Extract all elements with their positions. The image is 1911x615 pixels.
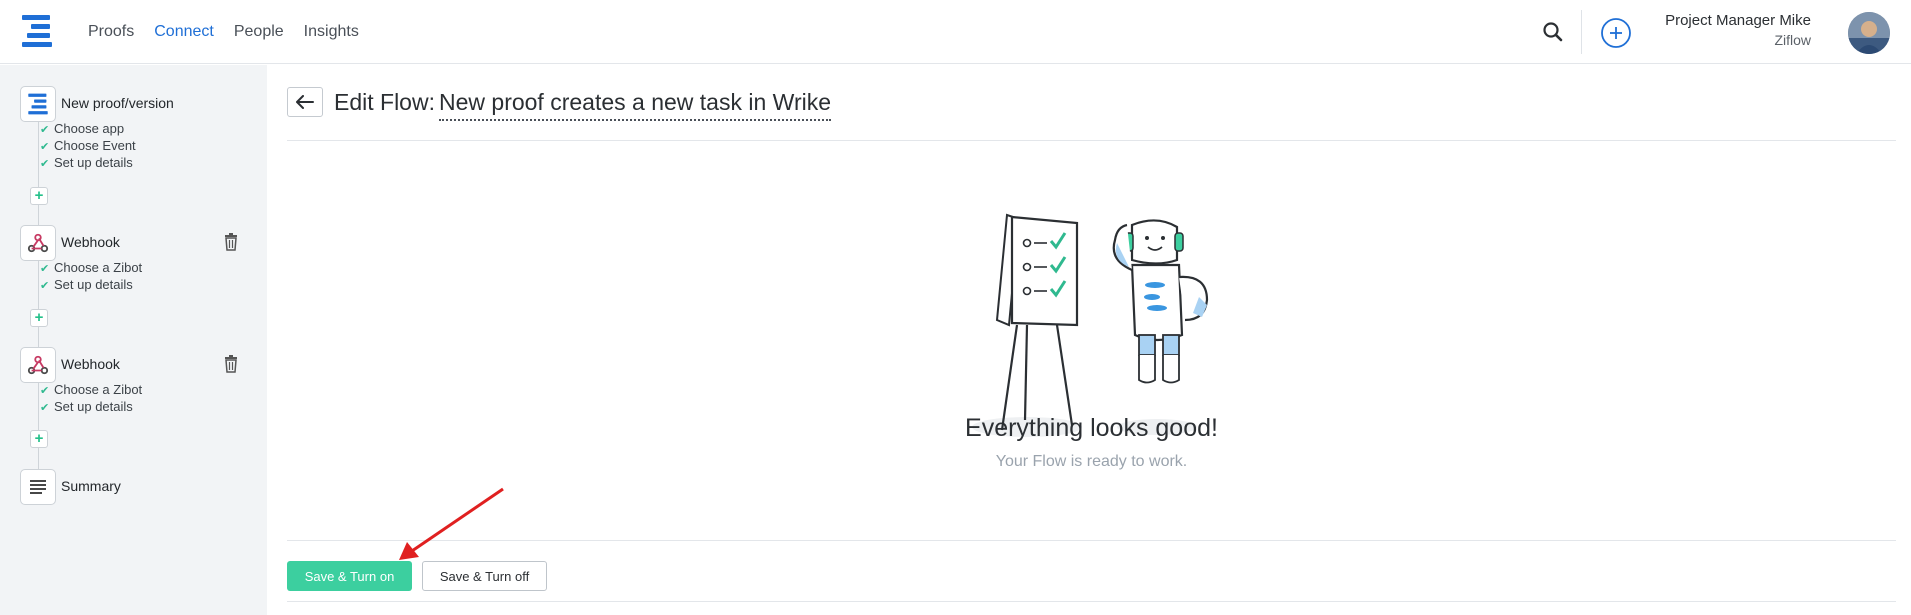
ziflow-logo-icon bbox=[28, 93, 48, 115]
plus-circle-icon[interactable] bbox=[1600, 17, 1632, 49]
user-org: Ziflow bbox=[1774, 32, 1811, 48]
back-button[interactable] bbox=[287, 87, 323, 117]
main-content: Edit Flow: New proof creates a new task … bbox=[287, 65, 1896, 615]
check-icon: ✔ bbox=[40, 158, 50, 170]
step-title[interactable]: Summary bbox=[61, 478, 121, 494]
substep-set-up-details[interactable]: ✔ Set up details bbox=[40, 155, 133, 170]
check-icon: ✔ bbox=[40, 385, 50, 397]
webhook-icon bbox=[27, 355, 49, 375]
step-icon[interactable] bbox=[20, 225, 56, 261]
top-navbar: Proofs Connect People Insights Project M… bbox=[0, 0, 1911, 64]
trash-icon[interactable] bbox=[223, 233, 239, 251]
ziflow-logo-icon[interactable] bbox=[20, 14, 54, 48]
substep-choose-zibot[interactable]: ✔ Choose a Zibot bbox=[40, 382, 142, 397]
main-nav: Proofs Connect People Insights bbox=[88, 0, 359, 64]
footer-divider-top bbox=[287, 540, 1896, 541]
nav-insights[interactable]: Insights bbox=[304, 23, 359, 41]
status-subtitle: Your Flow is ready to work. bbox=[995, 453, 1188, 470]
save-turn-off-button[interactable]: Save & Turn off bbox=[422, 561, 547, 591]
step-icon[interactable] bbox=[20, 347, 56, 383]
nav-people[interactable]: People bbox=[234, 23, 284, 41]
webhook-icon bbox=[27, 233, 49, 253]
check-icon: ✔ bbox=[40, 263, 50, 275]
edit-flow-label: Edit Flow: bbox=[334, 89, 435, 115]
substep-set-up-details[interactable]: ✔ Set up details bbox=[40, 277, 133, 292]
nav-proofs[interactable]: Proofs bbox=[88, 23, 134, 41]
add-step-button[interactable]: + bbox=[30, 430, 48, 448]
status-title: Everything looks good! bbox=[965, 414, 1218, 442]
substep-set-up-details[interactable]: ✔ Set up details bbox=[40, 399, 133, 414]
avatar-photo-icon bbox=[1848, 12, 1890, 54]
step-title[interactable]: Webhook bbox=[61, 356, 120, 372]
header-divider bbox=[287, 140, 1896, 141]
flow-steps-sidebar: New proof/version ✔ Choose app ✔ Choose Ev… bbox=[0, 65, 267, 615]
add-step-button[interactable]: + bbox=[30, 309, 48, 327]
search-icon[interactable] bbox=[1540, 19, 1566, 45]
summary-icon bbox=[30, 480, 46, 494]
footer-divider-bottom bbox=[287, 601, 1896, 602]
divider bbox=[1581, 10, 1582, 54]
substep-choose-app[interactable]: ✔ Choose app bbox=[40, 121, 124, 136]
arrow-left-icon bbox=[296, 95, 314, 109]
robot-checklist-illustration bbox=[972, 213, 1209, 437]
check-icon: ✔ bbox=[40, 280, 50, 292]
step-title[interactable]: New proof/version bbox=[61, 95, 174, 111]
flow-name-input[interactable]: New proof creates a new task in Wrike bbox=[439, 89, 832, 121]
save-turn-on-button[interactable]: Save & Turn on bbox=[287, 561, 412, 591]
step-icon[interactable] bbox=[20, 469, 56, 505]
nav-connect[interactable]: Connect bbox=[154, 23, 214, 41]
user-info[interactable]: Project Manager Mike Ziflow bbox=[1665, 12, 1811, 48]
user-name: Project Manager Mike bbox=[1665, 12, 1811, 29]
check-icon: ✔ bbox=[40, 124, 50, 136]
check-icon: ✔ bbox=[40, 141, 50, 153]
step-icon[interactable] bbox=[20, 86, 56, 122]
substep-choose-zibot[interactable]: ✔ Choose a Zibot bbox=[40, 260, 142, 275]
check-icon: ✔ bbox=[40, 402, 50, 414]
step-title[interactable]: Webhook bbox=[61, 234, 120, 250]
substep-choose-event[interactable]: ✔ Choose Event bbox=[40, 138, 136, 153]
avatar[interactable] bbox=[1848, 12, 1890, 54]
add-step-button[interactable]: + bbox=[30, 187, 48, 205]
trash-icon[interactable] bbox=[223, 355, 239, 373]
